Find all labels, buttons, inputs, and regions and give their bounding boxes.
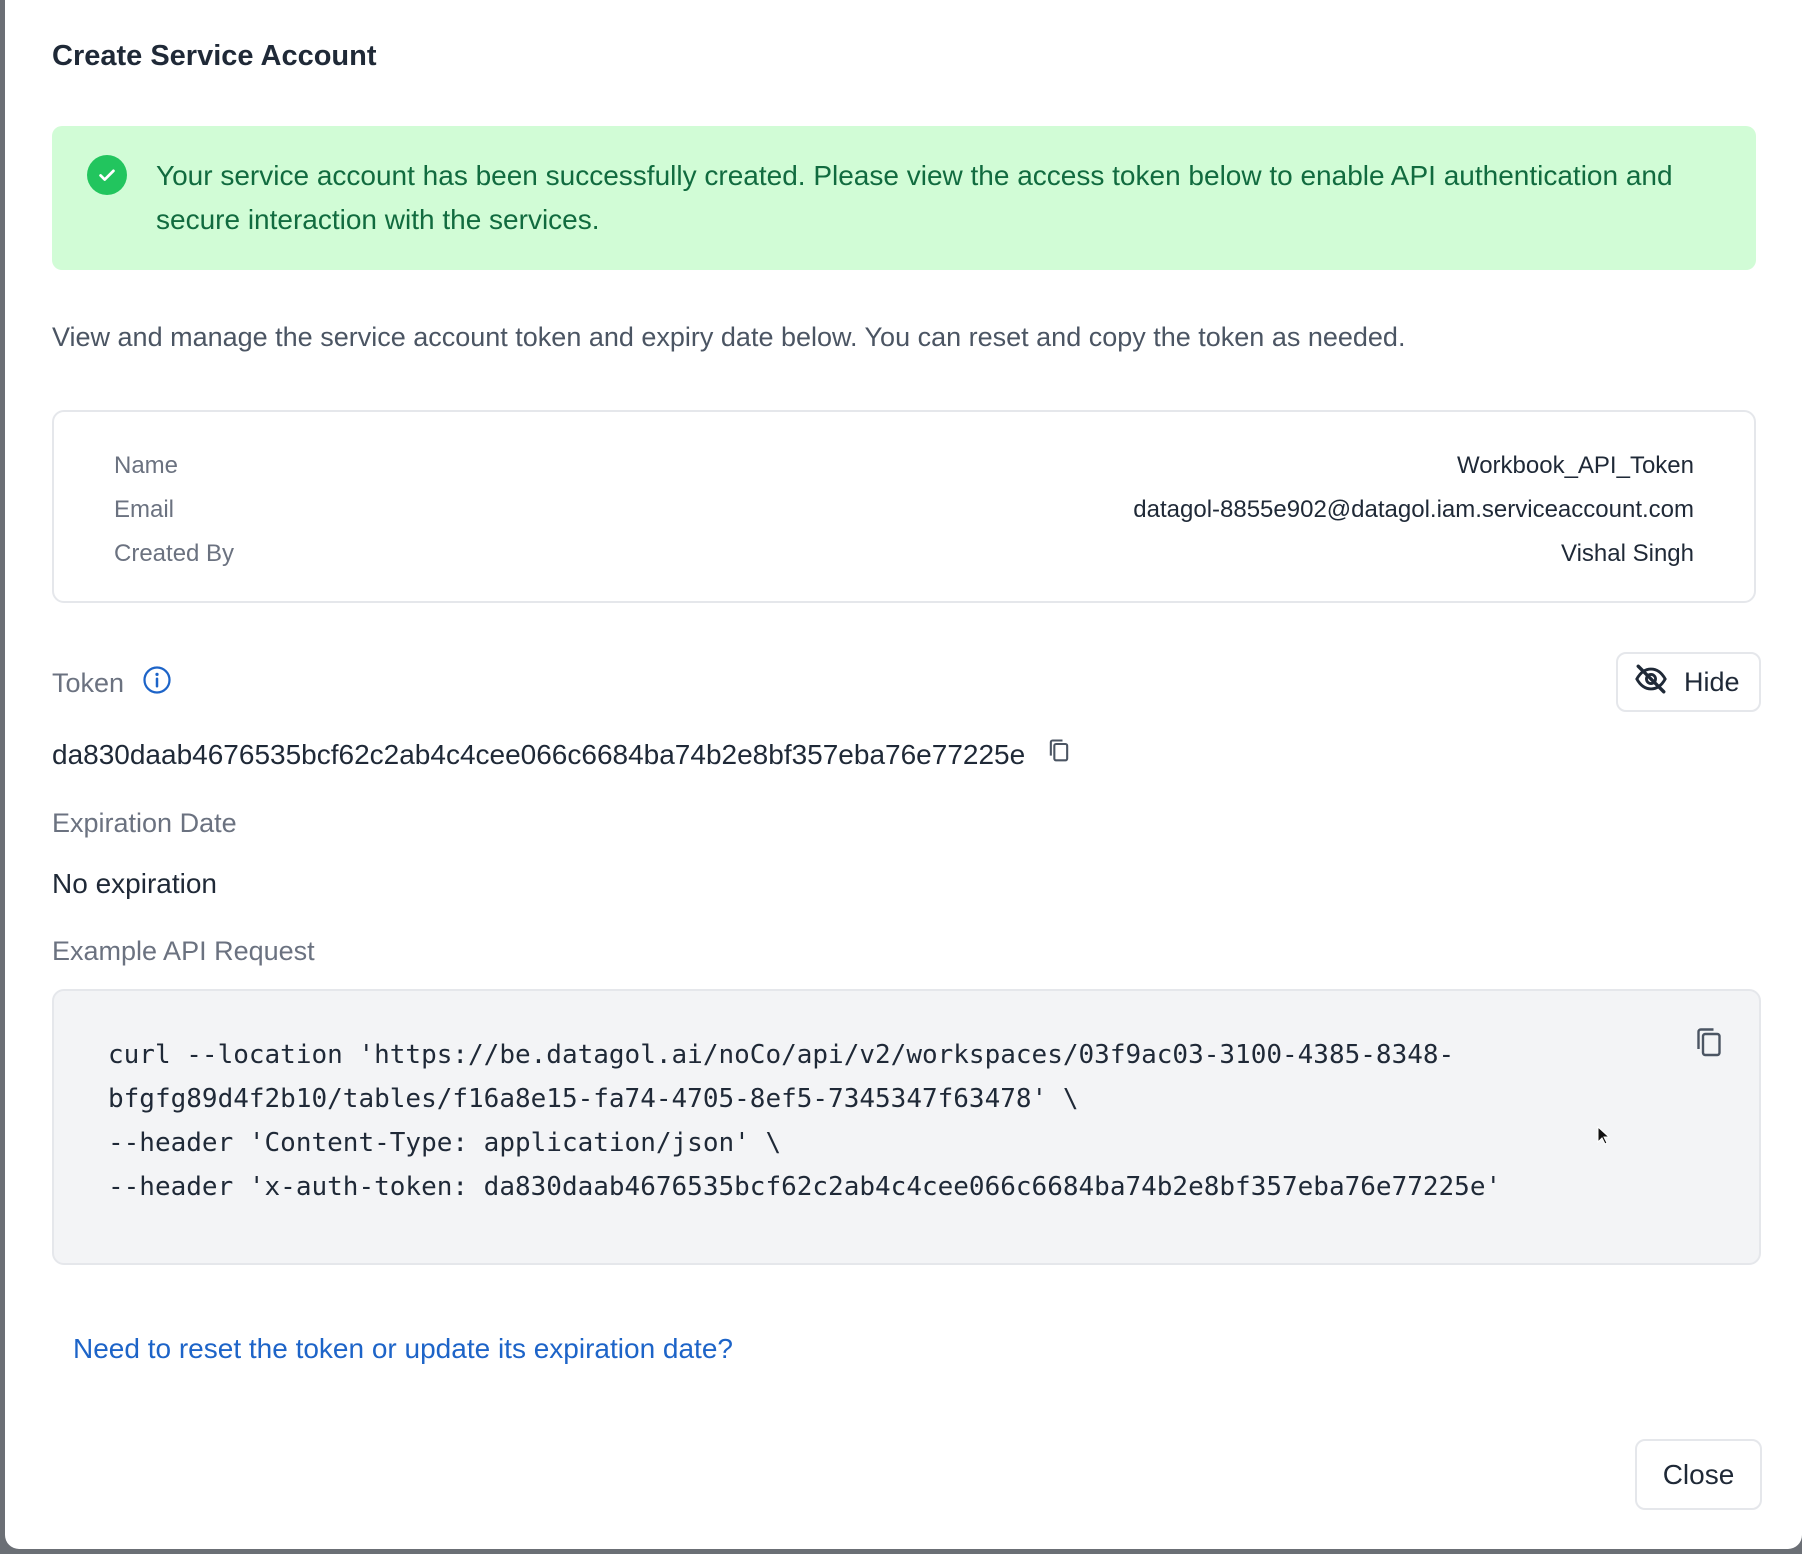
info-row-created-by: Created By Vishal Singh xyxy=(114,540,1694,576)
example-code-block: curl --location 'https://be.datagol.ai/n… xyxy=(52,989,1761,1265)
dialog-description: View and manage the service account toke… xyxy=(52,322,1406,352)
close-button[interactable]: Close xyxy=(1635,1439,1762,1510)
token-label: Token xyxy=(52,668,125,698)
info-value: Workbook_API_Token xyxy=(1456,452,1694,479)
token-section-label: Token xyxy=(52,665,172,702)
expiration-value: No expiration xyxy=(52,868,217,899)
info-value: Vishal Singh xyxy=(1561,540,1694,567)
hide-label: Hide xyxy=(1684,666,1740,697)
info-row-email: Email datagol-8855e902@datagol.iam.servi… xyxy=(114,496,1694,532)
reset-token-link[interactable]: Need to reset the token or update its ex… xyxy=(73,1333,733,1365)
info-label: Name xyxy=(114,452,179,479)
check-circle-icon xyxy=(87,155,127,195)
create-service-account-dialog: Create Service Account Your service acco… xyxy=(5,0,1802,1549)
info-label: Created By xyxy=(114,540,235,567)
token-value: da830daab4676535bcf62c2ab4c4cee066c6684b… xyxy=(52,738,1026,770)
info-value: datagol-8855e902@datagol.iam.serviceacco… xyxy=(1133,496,1694,523)
info-row-name: Name Workbook_API_Token xyxy=(114,452,1694,488)
account-info-card: Name Workbook_API_Token Email datagol-88… xyxy=(52,410,1756,603)
example-request-label: Example API Request xyxy=(52,936,315,966)
copy-code-icon[interactable] xyxy=(1691,1023,1727,1068)
dialog-title: Create Service Account xyxy=(52,40,377,72)
copy-token-icon[interactable] xyxy=(1045,736,1073,773)
mouse-cursor-icon xyxy=(1597,1125,1611,1151)
eye-off-icon xyxy=(1632,662,1670,703)
token-value-row: da830daab4676535bcf62c2ab4c4cee066c6684b… xyxy=(52,736,1073,773)
info-icon[interactable] xyxy=(142,665,172,702)
example-code: curl --location 'https://be.datagol.ai/n… xyxy=(108,1040,1502,1202)
info-label: Email xyxy=(114,496,175,523)
expiration-label: Expiration Date xyxy=(52,808,237,838)
success-message: Your service account has been successful… xyxy=(156,160,1673,235)
hide-token-button[interactable]: Hide xyxy=(1616,652,1761,712)
success-alert: Your service account has been successful… xyxy=(52,126,1756,270)
